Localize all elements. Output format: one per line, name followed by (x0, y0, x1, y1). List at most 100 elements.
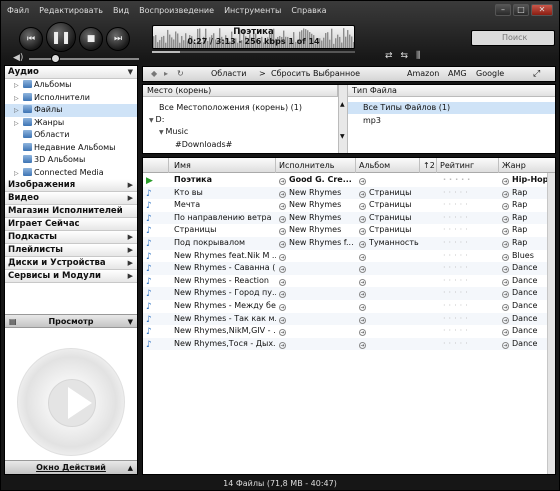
info-circle-icon[interactable]: ➜ (502, 228, 509, 236)
table-row[interactable]: ♪ Мечта ➜ New Rhymes ➜ Страницы ····· ➜ Rap (143, 199, 555, 212)
nav-item-areas[interactable]: Области (5, 129, 137, 142)
rating-stars[interactable]: ····· (440, 237, 498, 250)
info-circle-icon[interactable]: ➜ (279, 291, 286, 299)
shuffle-icon[interactable]: ⇆ (401, 51, 409, 61)
table-row[interactable]: ♪ Страницы ➜ New Rhymes ➜ Страницы ····· ➜ Rap (143, 224, 555, 237)
info-circle-icon[interactable]: ➜ (359, 304, 366, 311)
file-type-item-selected[interactable]: Все Типы Файлов (1) (348, 102, 555, 114)
reset-selection-link[interactable]: Сбросить Выбранное (271, 67, 360, 81)
info-circle-icon[interactable]: ➜ (279, 190, 286, 198)
google-link[interactable]: Google (476, 67, 504, 81)
nav-item-albums[interactable]: ▷ Альбомы (5, 79, 137, 92)
info-circle-icon[interactable]: ➜ (502, 190, 509, 198)
table-row[interactable]: ♪ New Rhymes - Город пу... ➜ ➜ ····· ➜ Dance (143, 287, 555, 300)
column-header-genre[interactable]: Жанр (499, 158, 555, 173)
info-circle-icon[interactable]: ➜ (502, 291, 509, 299)
info-circle-icon[interactable]: ➜ (359, 278, 366, 286)
info-circle-icon[interactable]: ➜ (359, 253, 366, 261)
close-button[interactable]: ✕ (531, 4, 553, 16)
info-circle-icon[interactable]: ➜ (502, 203, 509, 211)
info-circle-icon[interactable]: ➜ (359, 178, 366, 185)
nav-header-devices[interactable]: Диски и Устройства ▶ (5, 257, 137, 270)
info-circle-icon[interactable]: ➜ (279, 253, 286, 261)
minimize-button[interactable]: – (495, 4, 511, 16)
volume-slider[interactable] (29, 54, 139, 63)
nav-item-recent-albums[interactable]: Недавние Альбомы (5, 142, 137, 155)
chevron-right-icon[interactable]: ▶ (128, 192, 133, 205)
search-input[interactable]: Поиск (471, 30, 555, 46)
info-circle-icon[interactable]: ➜ (502, 304, 509, 311)
info-circle-icon[interactable]: ➜ (279, 278, 286, 286)
nav-item-files[interactable]: ▷ Файлы (5, 104, 137, 117)
location-column-header[interactable]: Место (корень) (143, 85, 338, 97)
column-header-sort[interactable]: ↑2 (420, 158, 437, 173)
info-circle-icon[interactable]: ➜ (359, 266, 366, 274)
info-circle-icon[interactable]: ➜ (502, 266, 509, 274)
info-circle-icon[interactable]: ➜ (502, 329, 509, 337)
info-circle-icon[interactable]: ➜ (279, 228, 286, 236)
next-button[interactable]: ⏭ (106, 27, 130, 51)
volume-thumb[interactable] (51, 54, 60, 63)
info-circle-icon[interactable]: ➜ (359, 228, 366, 236)
amazon-link[interactable]: Amazon (407, 67, 439, 81)
nav-header-podcasts[interactable]: Подкасты ▶ (5, 231, 137, 244)
rating-stars[interactable]: ····· (440, 300, 498, 313)
menu-tools[interactable]: Инструменты (224, 6, 281, 20)
chevron-up-icon[interactable]: ▲ (128, 461, 133, 475)
maximize-button[interactable]: □ (513, 4, 529, 16)
location-scrollbar[interactable]: ▲ ▼ (338, 85, 348, 153)
nav-header-images[interactable]: Изображения ▶ (5, 179, 137, 192)
table-row[interactable]: ♪ Кто вы ➜ New Rhymes ➜ Страницы ····· ➜ Rap (143, 186, 555, 200)
location-item[interactable]: ▼ Music (159, 126, 188, 138)
info-circle-icon[interactable]: ➜ (359, 190, 366, 198)
info-circle-icon[interactable]: ➜ (359, 215, 366, 223)
table-row[interactable]: ♪New Rhymes - Саванна (Dance ...➜➜·····➜… (143, 262, 555, 275)
nav-item-artists[interactable]: ▷ Исполнители (5, 92, 137, 105)
pause-button[interactable]: ❚❚ (46, 22, 76, 52)
column-header-name[interactable]: Имя (169, 158, 276, 173)
menu-edit[interactable]: Редактировать (39, 6, 103, 20)
info-circle-icon[interactable]: ➜ (279, 341, 286, 349)
info-circle-icon[interactable]: ➜ (502, 215, 509, 223)
view-panel-header[interactable]: ▤ Просмотр ▼ (5, 314, 137, 328)
chevron-down-icon[interactable]: ▼ (128, 66, 133, 79)
info-circle-icon[interactable]: ➜ (502, 178, 509, 185)
back-icon[interactable]: ◆ (151, 67, 157, 81)
table-scrollbar[interactable] (547, 173, 555, 474)
scroll-down-icon[interactable]: ▼ (340, 133, 345, 140)
table-row[interactable]: ♪ New Rhymes - Между бе... ➜ ➜ ····· ➜ Dance (143, 300, 555, 313)
rating-stars[interactable]: ····· (440, 262, 498, 275)
table-row[interactable]: ♪ New Rhymes - Так как м... ➜ ➜ ····· ➜ Dance (143, 312, 555, 326)
breadcrumb-areas[interactable]: Области (211, 67, 247, 81)
list-icon[interactable]: ▤ (9, 315, 17, 329)
rating-stars[interactable]: ····· (440, 250, 498, 263)
table-row[interactable]: ♪ New Rhymes feat.Nik M ... ➜ ➜ ····· ➜ Blues (143, 250, 555, 263)
nav-header-services[interactable]: Сервисы и Модули ▶ (5, 270, 137, 283)
chevron-right-icon[interactable]: ▶ (128, 244, 133, 257)
stop-button[interactable]: ■ (79, 27, 103, 51)
file-type-item[interactable]: mp3 (363, 115, 381, 127)
menu-view[interactable]: Вид (113, 6, 129, 20)
rating-stars[interactable]: ····· (440, 338, 498, 351)
info-circle-icon[interactable]: ➜ (359, 316, 366, 324)
seek-bar[interactable] (152, 51, 355, 53)
table-row[interactable]: ♪ New Rhymes - Reaction ➜ ➜ ····· ➜ Dance (143, 275, 555, 288)
nav-item-genres[interactable]: ▷ Жанры (5, 117, 137, 130)
info-circle-icon[interactable]: ➜ (279, 304, 286, 311)
info-circle-icon[interactable]: ➜ (279, 203, 286, 211)
equalizer-icon[interactable]: ⫼ (416, 51, 420, 61)
chevron-right-icon[interactable]: ▶ (128, 257, 133, 270)
info-circle-icon[interactable]: ➜ (502, 241, 509, 248)
column-header-rating[interactable]: Рейтинг (437, 158, 499, 173)
rating-stars[interactable]: ····· (440, 212, 498, 225)
info-circle-icon[interactable]: ➜ (279, 329, 286, 337)
rating-stars[interactable]: ····· (440, 325, 498, 338)
table-row[interactable]: ♪ New Rhymes,NikM,GIV - ... ➜ ➜ ····· ➜ Dance (143, 325, 555, 338)
info-circle-icon[interactable]: ➜ (279, 241, 286, 248)
nav-header-now-playing[interactable]: Играет Сейчас (5, 218, 137, 231)
table-row[interactable]: ♪ По направлению ветра ➜ New Rhymes ➜ Страниц… (143, 211, 555, 225)
nav-item-3d-albums[interactable]: 3D Альбомы (5, 154, 137, 167)
info-circle-icon[interactable]: ➜ (359, 203, 366, 211)
table-row[interactable]: ♪ New Rhymes,Тося - Дых... ➜ ➜ ····· ➜ Dance (143, 337, 555, 351)
nav-header-video[interactable]: Видео ▶ (5, 192, 137, 205)
